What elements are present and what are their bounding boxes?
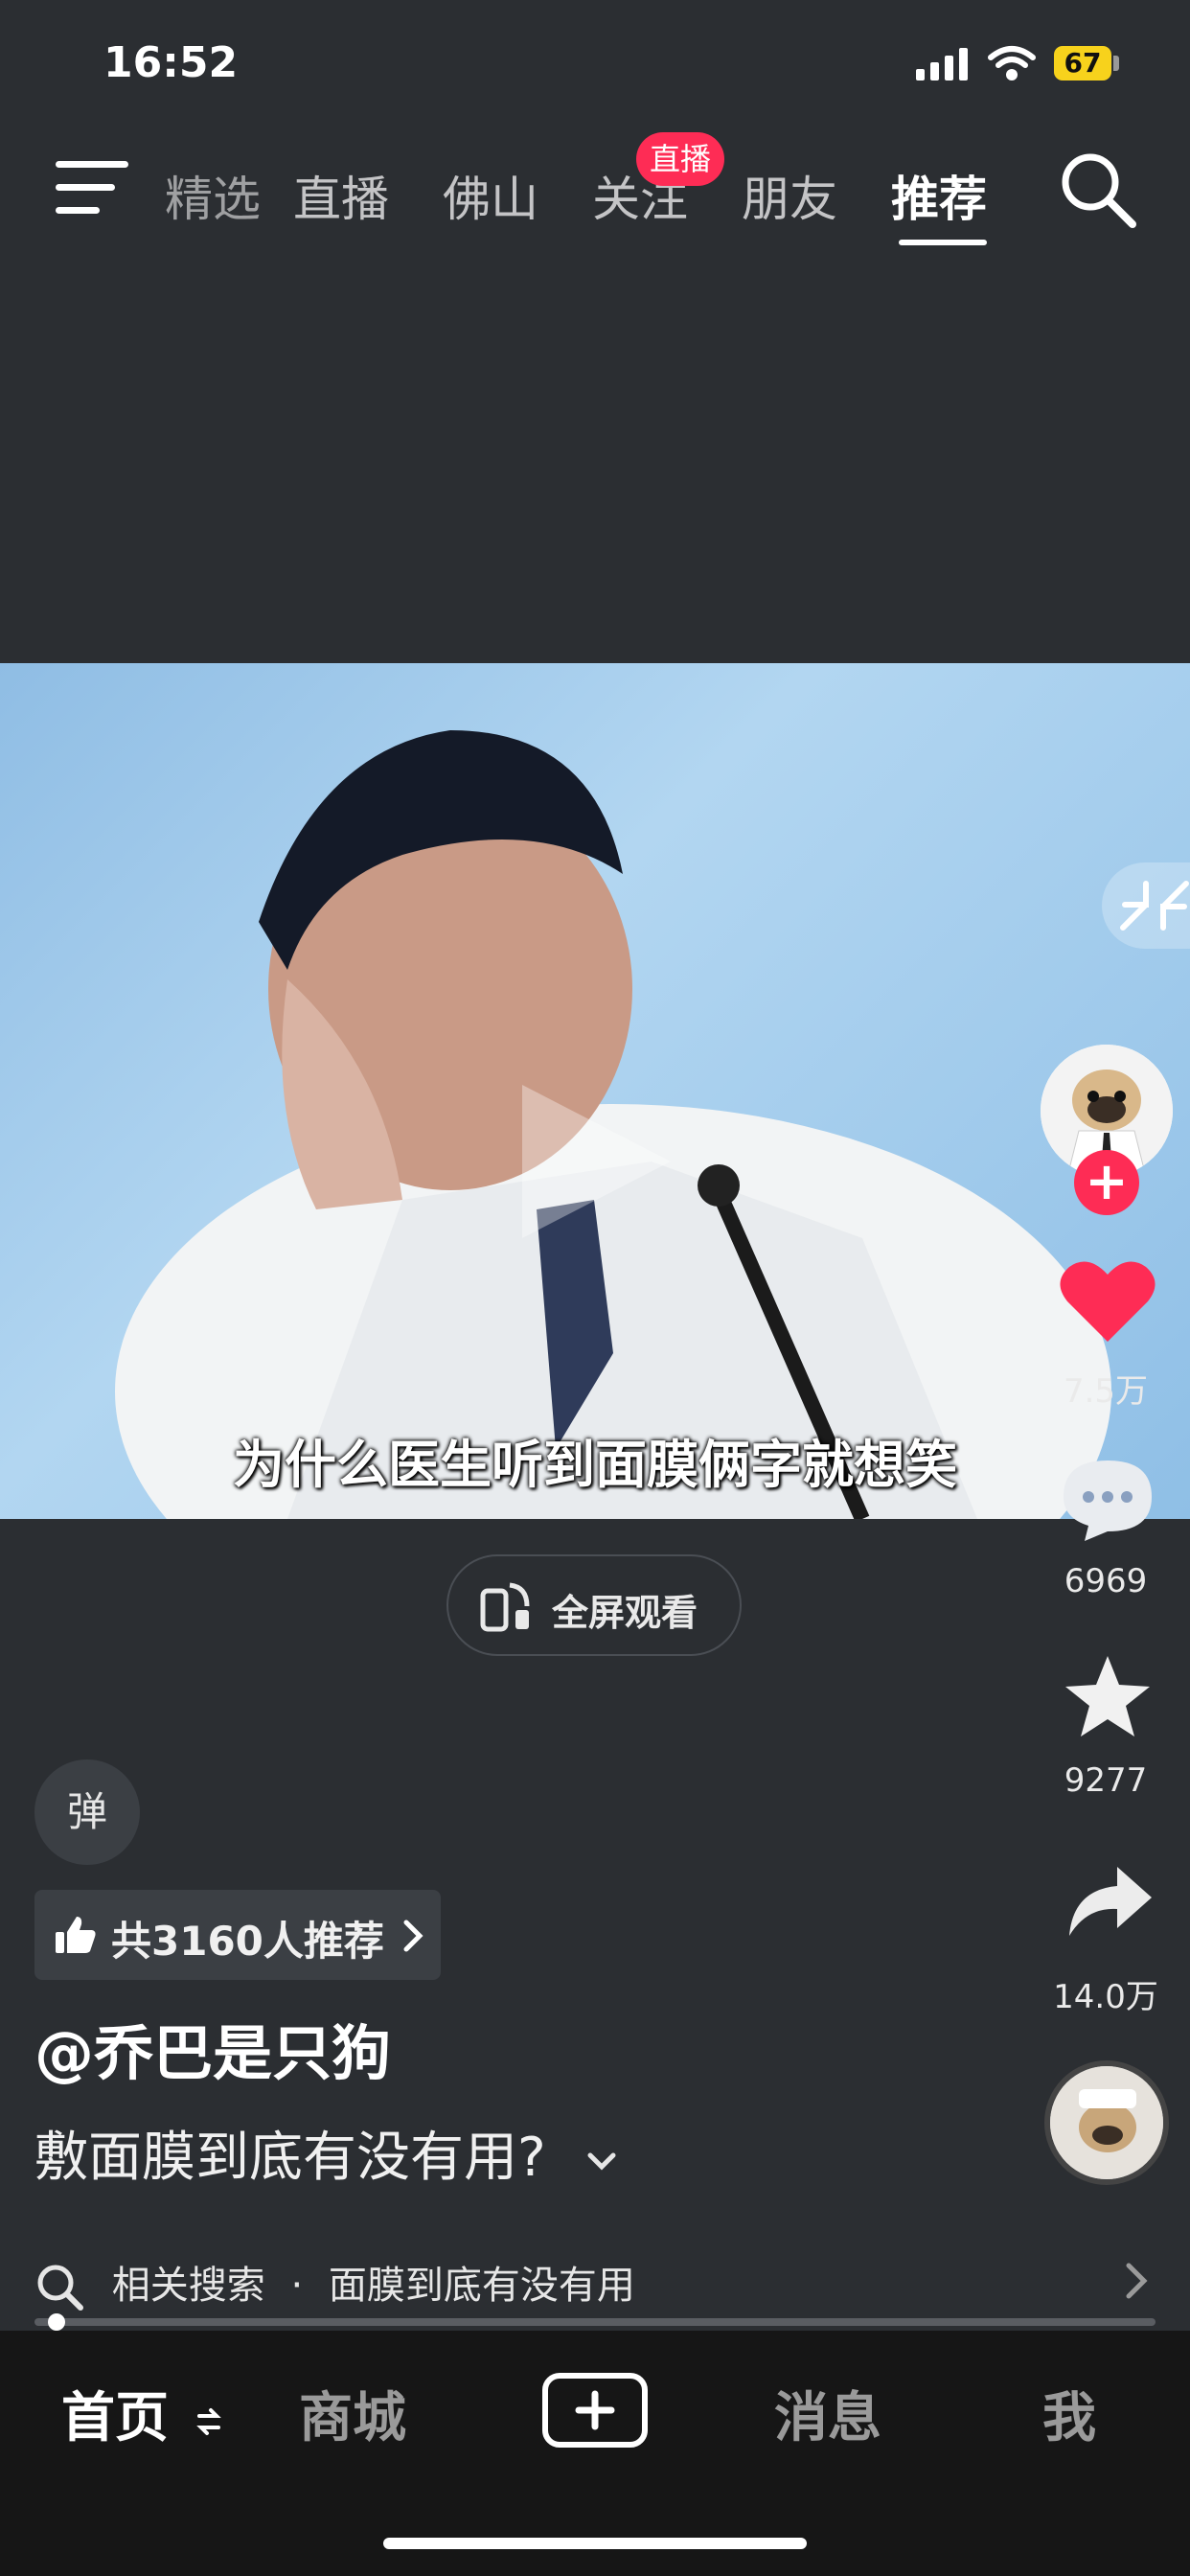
battery-level: 67 (1054, 46, 1111, 80)
video-player[interactable]: 为什么医生听到面膜俩字就想笑 (0, 663, 1190, 1519)
chevron-right-icon (403, 1920, 423, 1952)
search-icon[interactable] (1058, 150, 1138, 234)
nav-me[interactable]: 我 (1042, 2375, 1096, 2452)
search-icon (37, 2265, 83, 2311)
menu-icon[interactable] (56, 157, 128, 222)
tab-friends[interactable]: 朋友 (742, 161, 837, 230)
minimize-icon (1120, 881, 1189, 931)
collapse-button[interactable] (1102, 862, 1190, 949)
video-progress-handle[interactable] (48, 2313, 65, 2331)
status-time: 16:52 (103, 38, 239, 87)
wifi-icon (987, 44, 1037, 86)
related-search-prefix: 相关搜索 (111, 2264, 265, 2308)
recommend-count-chip[interactable]: 共3160人推荐 (34, 1890, 441, 1980)
tab-local[interactable]: 佛山 (443, 161, 538, 230)
rotate-phone-icon (480, 1582, 530, 1632)
share-icon[interactable] (1064, 1863, 1156, 1944)
post-description[interactable]: 敷面膜到底有没有用? (34, 2114, 617, 2192)
fullscreen-label: 全屏观看 (552, 1592, 698, 1634)
cellular-signal-icon (916, 48, 970, 84)
active-tab-indicator (899, 240, 987, 245)
danmaku-button[interactable]: 弹 (34, 1760, 140, 1865)
post-description-text: 敷面膜到底有没有用? (34, 2127, 546, 2189)
video-frame (115, 730, 1111, 1519)
music-disc[interactable] (1044, 2060, 1169, 2185)
tab-featured[interactable]: 精选 (165, 161, 261, 230)
nav-messages[interactable]: 消息 (774, 2375, 881, 2452)
swap-icon (195, 2407, 221, 2435)
music-cover-image (1050, 2066, 1163, 2179)
related-search-separator: · (290, 2264, 304, 2308)
live-badge: 直播 (636, 132, 724, 186)
favorite-count: 9277 (1064, 1761, 1148, 1800)
home-indicator (383, 2538, 807, 2549)
thumbs-up-icon (56, 1917, 96, 1953)
chevron-right-icon[interactable] (1121, 2262, 1150, 2304)
video-progress-track[interactable] (34, 2318, 1156, 2326)
video-subtitle: 为什么医生听到面膜俩字就想笑 (233, 1435, 957, 1495)
create-button[interactable] (542, 2373, 648, 2448)
recommend-text: 共3160人推荐 (111, 1918, 384, 1965)
nav-home[interactable]: 首页 (61, 2375, 222, 2452)
heart-icon[interactable] (1058, 1257, 1157, 1349)
star-icon[interactable] (1062, 1652, 1154, 1744)
plus-icon (575, 2390, 615, 2430)
battery-tip (1113, 56, 1119, 71)
tab-recommended[interactable]: 推荐 (891, 161, 987, 230)
like-count: 7.5万 (1063, 1372, 1149, 1411)
comment-icon[interactable] (1060, 1457, 1156, 1549)
chevron-down-icon[interactable] (586, 2150, 617, 2173)
fullscreen-button[interactable]: 全屏观看 (446, 1554, 742, 1656)
share-count: 14.0万 (1053, 1978, 1158, 2016)
nav-mall[interactable]: 商城 (299, 2375, 406, 2452)
related-search-query: 面膜到底有没有用 (328, 2264, 635, 2308)
author-name[interactable]: @乔巴是只狗 (34, 2005, 391, 2091)
follow-button[interactable]: + (1074, 1150, 1139, 1215)
tab-live[interactable]: 直播 (293, 161, 389, 230)
comment-count: 6969 (1064, 1562, 1148, 1600)
nav-home-label: 首页 (61, 2387, 169, 2450)
related-search[interactable]: 相关搜索 · 面膜到底有没有用 (34, 2254, 635, 2313)
